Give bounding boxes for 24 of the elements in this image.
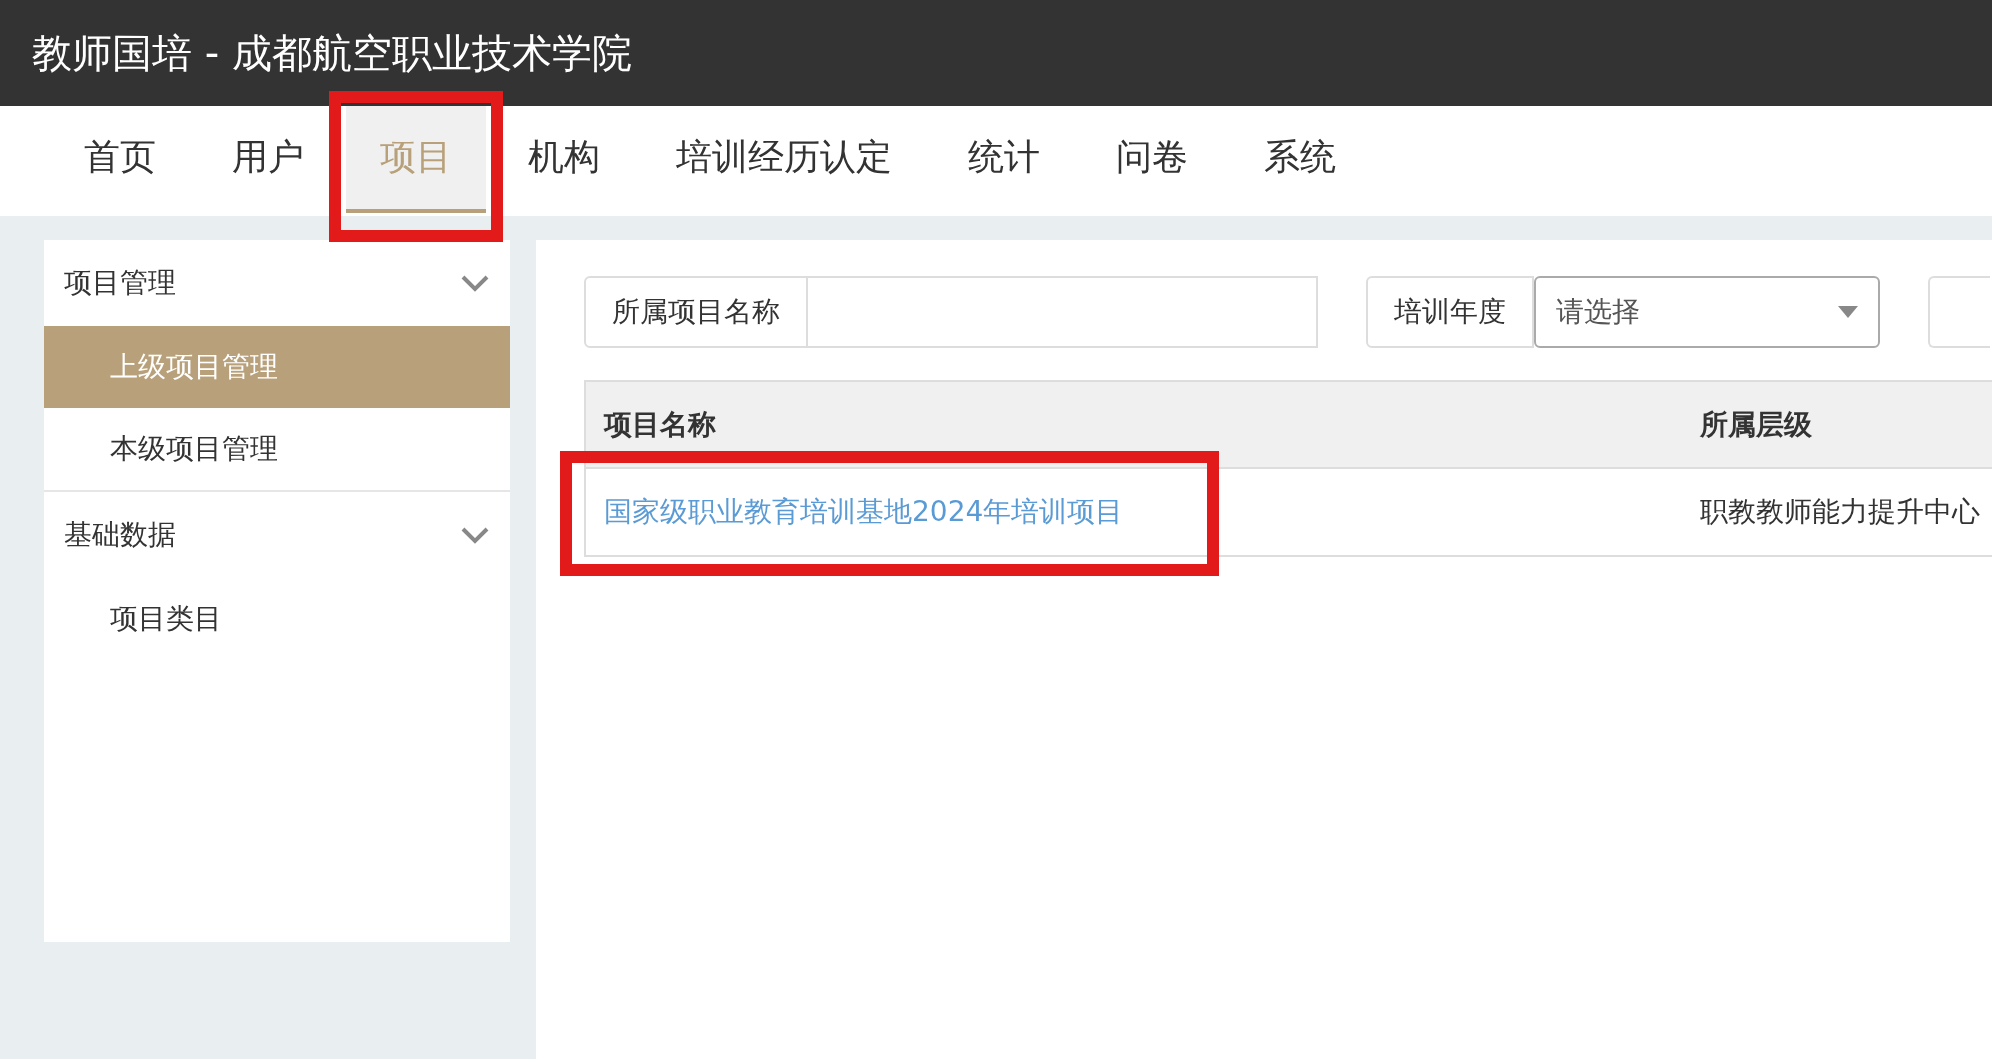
filter-field[interactable] xyxy=(1928,276,1990,348)
filter-label: 培训年度 xyxy=(1366,276,1534,348)
select-placeholder: 请选择 xyxy=(1556,294,1640,330)
select-field[interactable]: 请选择 xyxy=(1534,276,1880,348)
nav-tab[interactable]: 培训经历认定 xyxy=(642,106,926,213)
nav-tab[interactable]: 首页 xyxy=(50,106,190,213)
filter-label: 所属项目名称 xyxy=(584,276,808,348)
dropdown-caret-icon xyxy=(1838,306,1858,318)
nav-tab[interactable]: 问卷 xyxy=(1082,106,1222,213)
nav-tab[interactable]: 用户 xyxy=(198,106,338,213)
chevron-down-icon xyxy=(460,274,490,292)
sidebar-group[interactable]: 项目管理 xyxy=(44,240,510,326)
input-field[interactable] xyxy=(808,276,1318,348)
sidebar-group[interactable]: 基础数据 xyxy=(44,492,510,578)
nav-tab[interactable]: 机构 xyxy=(494,106,634,213)
table-cell-text: 职教教师能力提升中心 xyxy=(1699,494,1981,530)
group-label: 项目管理 xyxy=(64,265,176,301)
column-header: 所属层级 xyxy=(1699,406,1813,443)
group-label: 基础数据 xyxy=(64,517,176,553)
app-title: 教师国培 - 成都航空职业技术学院 xyxy=(32,28,632,78)
nav-tab[interactable]: 统计 xyxy=(934,106,1074,213)
chevron-down-icon xyxy=(460,526,490,544)
column-header: 项目名称 xyxy=(602,406,717,443)
nav-tab[interactable]: 系统 xyxy=(1230,106,1370,213)
